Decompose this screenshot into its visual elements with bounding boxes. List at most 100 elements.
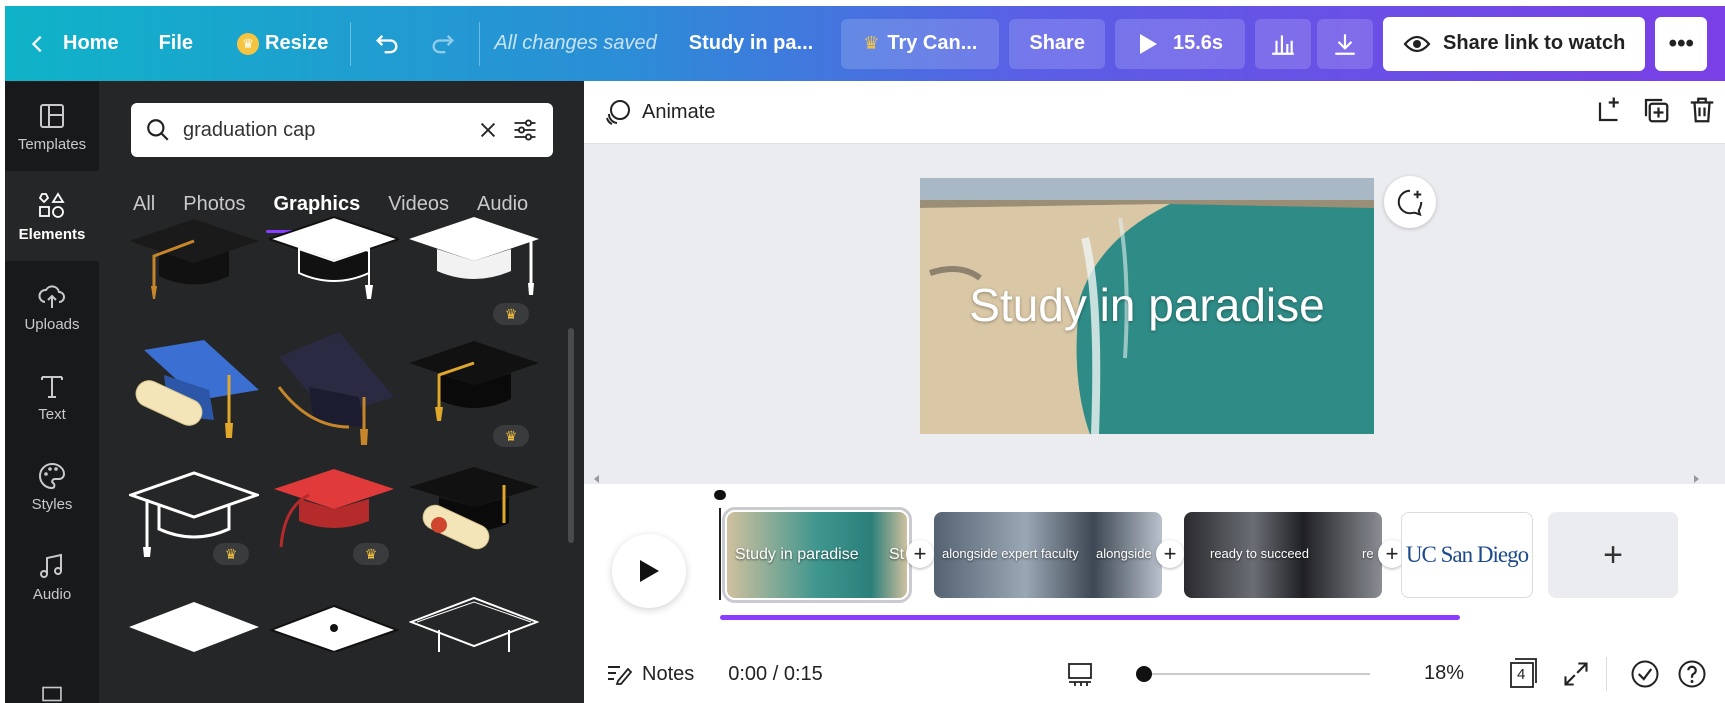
graphic-item[interactable] bbox=[129, 592, 259, 703]
undo-button[interactable] bbox=[359, 19, 415, 69]
animate-button[interactable]: Animate bbox=[604, 98, 715, 126]
left-rail: Templates Elements Uploads Text Styles A… bbox=[5, 81, 99, 703]
design-title[interactable]: Study in pa... bbox=[675, 19, 827, 69]
clear-search-icon[interactable] bbox=[477, 119, 499, 141]
notes-button[interactable]: Notes bbox=[606, 663, 694, 686]
scroll-right-icon bbox=[1694, 475, 1699, 483]
premium-badge: ♛ bbox=[493, 425, 529, 447]
play-preview-button[interactable]: 15.6s bbox=[1114, 18, 1246, 69]
graphic-item[interactable] bbox=[409, 463, 539, 583]
slide-title[interactable]: Study in paradise bbox=[920, 278, 1374, 332]
notes-label: Notes bbox=[642, 662, 695, 685]
share-link-to-watch-button[interactable]: Share link to watch bbox=[1383, 16, 1646, 71]
insights-button[interactable] bbox=[1255, 18, 1312, 69]
graduation-cap-black-gold-graphic bbox=[409, 341, 539, 421]
add-page-button[interactable]: + bbox=[1548, 512, 1678, 598]
chevron-left-icon bbox=[31, 35, 42, 52]
timeline-clip[interactable]: UC San Diego bbox=[1401, 512, 1533, 598]
resize-button[interactable]: ♛ Resize bbox=[223, 19, 342, 69]
file-menu-button[interactable]: File bbox=[145, 19, 207, 69]
check-circle-icon[interactable] bbox=[1630, 659, 1660, 689]
add-transition-button[interactable]: + bbox=[1156, 540, 1184, 568]
clip-logo-text: UC San Diego bbox=[1405, 542, 1529, 567]
canvas-horizontal-scroll[interactable] bbox=[584, 472, 1725, 486]
panel-scrollbar[interactable] bbox=[568, 328, 574, 543]
zoom-level[interactable]: 18% bbox=[1424, 662, 1464, 685]
divider bbox=[350, 21, 352, 66]
play-icon bbox=[1139, 33, 1157, 54]
graphic-item[interactable] bbox=[269, 327, 399, 447]
fullscreen-icon[interactable] bbox=[1562, 660, 1590, 688]
premium-badge: ♛ bbox=[213, 543, 249, 565]
share-label: Share bbox=[1029, 32, 1085, 54]
duplicate-page-icon[interactable] bbox=[1641, 95, 1671, 125]
crown-icon: ♛ bbox=[863, 33, 880, 53]
playhead-marker[interactable] bbox=[714, 490, 726, 500]
filter-icon[interactable] bbox=[511, 116, 539, 144]
rail-item-uploads[interactable]: Uploads bbox=[5, 261, 99, 351]
graphic-item[interactable] bbox=[129, 335, 259, 455]
rail-item-more[interactable] bbox=[5, 621, 99, 703]
page-count-button[interactable]: 4 bbox=[1508, 657, 1538, 689]
graphic-item[interactable] bbox=[265, 211, 403, 331]
top-bar: Home File ♛ Resize All changes saved Stu… bbox=[5, 6, 1725, 81]
rail-item-styles[interactable]: Styles bbox=[5, 441, 99, 531]
graphic-item[interactable]: ♛ bbox=[269, 467, 399, 587]
try-canva-pro-button[interactable]: ♛ Try Can... bbox=[841, 18, 1000, 69]
premium-badge: ♛ bbox=[353, 543, 389, 565]
clip-label-tail: St bbox=[889, 546, 905, 563]
rail-item-templates[interactable]: Templates bbox=[5, 81, 99, 171]
divider bbox=[479, 21, 481, 66]
play-duration: 15.6s bbox=[1172, 32, 1224, 54]
trash-icon[interactable] bbox=[1687, 95, 1717, 125]
add-page-icon[interactable] bbox=[1595, 95, 1625, 125]
download-button[interactable] bbox=[1317, 18, 1374, 69]
rail-item-audio[interactable]: Audio bbox=[5, 531, 99, 621]
palette-icon bbox=[39, 462, 66, 489]
help-icon[interactable] bbox=[1677, 659, 1707, 689]
animate-icon bbox=[606, 100, 630, 125]
eye-icon bbox=[1403, 35, 1431, 52]
rail-item-text[interactable]: Text bbox=[5, 351, 99, 441]
rail-label: Templates bbox=[17, 135, 87, 153]
graduation-cap-graphic bbox=[129, 219, 259, 299]
timeline-progress-bar[interactable] bbox=[720, 615, 1460, 620]
graduation-cap-white-graphic bbox=[409, 217, 539, 295]
download-icon bbox=[1335, 33, 1355, 55]
rail-label: Styles bbox=[31, 495, 73, 513]
more-options-button[interactable]: ••• bbox=[1655, 16, 1708, 71]
rail-item-elements[interactable]: Elements bbox=[5, 171, 99, 261]
bottom-bar: Notes 0:00 / 0:15 18% 4 bbox=[584, 645, 1725, 703]
music-note-icon bbox=[40, 553, 62, 578]
add-transition-button[interactable]: + bbox=[906, 540, 934, 568]
graphic-item[interactable]: ♛ bbox=[409, 335, 539, 455]
graphic-item[interactable] bbox=[268, 592, 400, 703]
clip-label: ready to succeed bbox=[1210, 546, 1310, 561]
zoom-slider-handle[interactable] bbox=[1136, 666, 1152, 682]
home-button[interactable]: Home bbox=[13, 19, 133, 69]
graphic-item[interactable] bbox=[129, 211, 259, 331]
share-link-label: Share link to watch bbox=[1443, 32, 1626, 54]
timeline-clip[interactable]: alongside expert faculty alongside bbox=[934, 512, 1162, 598]
premium-badge: ♛ bbox=[493, 303, 529, 325]
search-input[interactable] bbox=[183, 118, 465, 142]
slide-canvas[interactable]: Study in paradise bbox=[920, 178, 1374, 434]
timeline-play-button[interactable] bbox=[612, 534, 686, 608]
share-button[interactable]: Share bbox=[1009, 18, 1105, 69]
try-label: Try Can... bbox=[887, 32, 978, 54]
comment-plus-icon bbox=[1397, 189, 1423, 217]
zoom-slider-track[interactable] bbox=[1144, 673, 1370, 675]
timeline-clip[interactable]: ready to succeed re bbox=[1184, 512, 1382, 598]
graphic-item[interactable]: ♛ bbox=[126, 467, 262, 587]
clip-label: alongside expert faculty bbox=[942, 546, 1079, 561]
timeline-clip[interactable]: Study in paradise St bbox=[722, 507, 912, 603]
notes-icon bbox=[608, 666, 632, 685]
timeline-view-icon[interactable] bbox=[1066, 660, 1094, 688]
add-comment-button[interactable] bbox=[1384, 176, 1436, 228]
graphic-item[interactable]: ♛ bbox=[409, 211, 539, 331]
page-actions bbox=[1595, 95, 1717, 125]
graphic-item[interactable] bbox=[408, 592, 540, 703]
search-icon bbox=[147, 119, 169, 141]
graduation-cap-white-outline-graphic bbox=[268, 604, 400, 654]
redo-button[interactable] bbox=[415, 19, 471, 69]
